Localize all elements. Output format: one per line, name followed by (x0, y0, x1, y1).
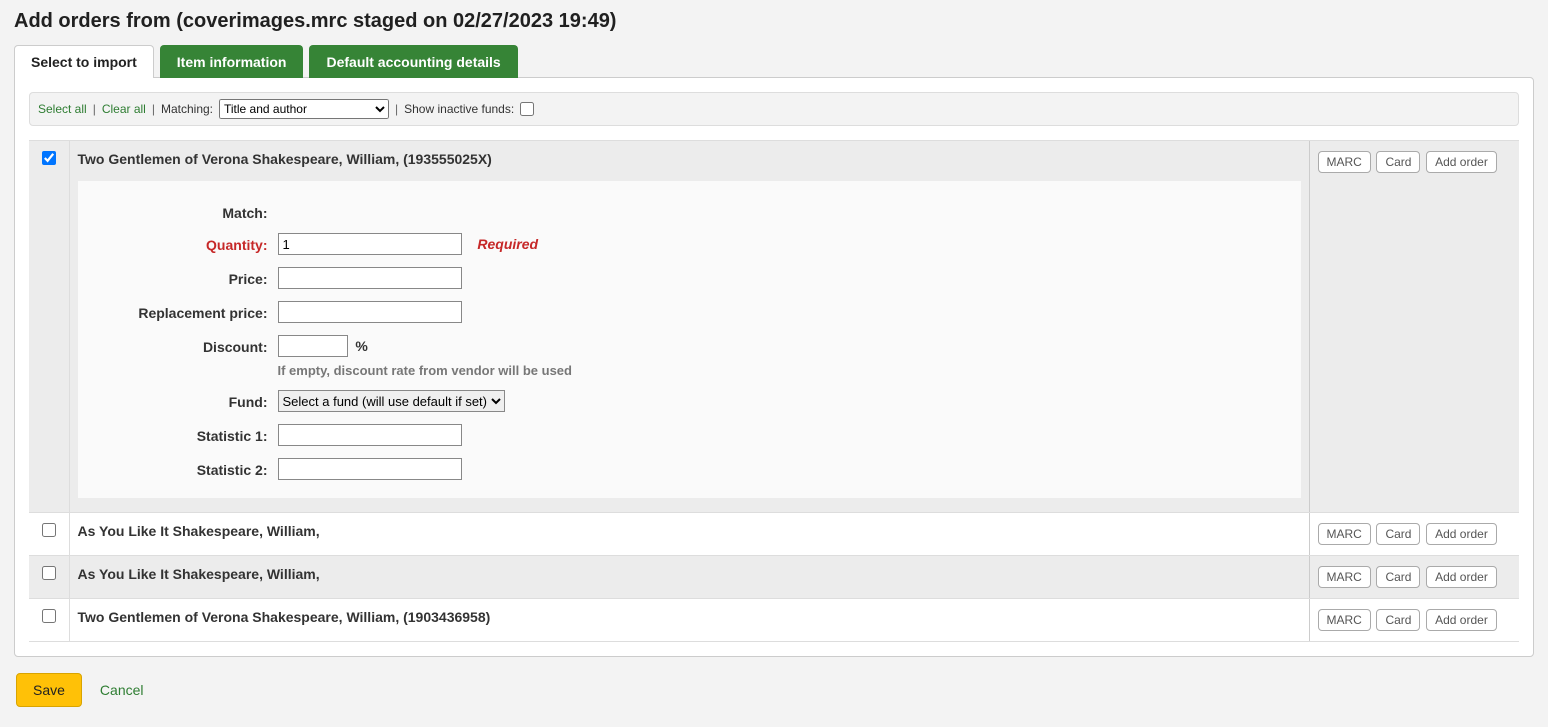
statistic2-input[interactable] (278, 458, 462, 480)
fund-label: Fund: (78, 390, 278, 410)
card-button[interactable]: Card (1376, 151, 1420, 173)
price-label: Price: (78, 267, 278, 287)
marc-button[interactable]: MARC (1318, 609, 1371, 631)
record-title: Two Gentlemen of Verona Shakespeare, Wil… (78, 609, 491, 625)
clear-all-link[interactable]: Clear all (102, 102, 146, 116)
statistic1-input[interactable] (278, 424, 462, 446)
tab-item-information[interactable]: Item information (160, 45, 304, 78)
matching-label: Matching: (161, 102, 213, 116)
card-button[interactable]: Card (1376, 609, 1420, 631)
discount-input[interactable] (278, 335, 348, 357)
discount-label: Discount: (78, 335, 278, 355)
table-row: As You Like It Shakespeare, William, MAR… (29, 556, 1519, 599)
matching-select[interactable]: Title and author (219, 99, 389, 119)
tab-bar: Select to import Item information Defaul… (14, 45, 1534, 78)
card-button[interactable]: Card (1376, 566, 1420, 588)
required-text: Required (477, 236, 538, 252)
replacement-price-input[interactable] (278, 301, 462, 323)
table-row: Two Gentlemen of Verona Shakespeare, Wil… (29, 599, 1519, 642)
fund-select[interactable]: Select a fund (will use default if set) (278, 390, 505, 412)
separator: | (93, 102, 96, 116)
statistic2-label: Statistic 2: (78, 458, 278, 478)
separator: | (152, 102, 155, 116)
card-button[interactable]: Card (1376, 523, 1420, 545)
footer-actions: Save Cancel (16, 673, 1534, 707)
discount-hint: If empty, discount rate from vendor will… (278, 363, 572, 378)
add-order-button[interactable]: Add order (1426, 523, 1497, 545)
separator: | (395, 102, 398, 116)
select-all-link[interactable]: Select all (38, 102, 87, 116)
show-inactive-label: Show inactive funds: (404, 102, 514, 116)
page-title: Add orders from (coverimages.mrc staged … (14, 10, 1534, 33)
table-row: As You Like It Shakespeare, William, MAR… (29, 513, 1519, 556)
replacement-price-label: Replacement price: (78, 301, 278, 321)
marc-button[interactable]: MARC (1318, 566, 1371, 588)
show-inactive-checkbox[interactable] (520, 102, 534, 116)
discount-unit: % (355, 338, 367, 354)
record-detail-form: Match: Quantity: Required Price: (78, 181, 1301, 498)
tab-default-accounting[interactable]: Default accounting details (309, 45, 517, 78)
add-order-button[interactable]: Add order (1426, 566, 1497, 588)
toolbar: Select all | Clear all | Matching: Title… (29, 92, 1519, 126)
save-button[interactable]: Save (16, 673, 82, 707)
cancel-link[interactable]: Cancel (100, 682, 144, 698)
row-checkbox[interactable] (42, 566, 56, 580)
add-order-button[interactable]: Add order (1426, 151, 1497, 173)
row-checkbox[interactable] (42, 609, 56, 623)
quantity-input[interactable] (278, 233, 462, 255)
statistic1-label: Statistic 1: (78, 424, 278, 444)
quantity-label: Quantity: (78, 233, 278, 253)
marc-button[interactable]: MARC (1318, 151, 1371, 173)
tab-select-to-import[interactable]: Select to import (14, 45, 154, 78)
row-checkbox[interactable] (42, 151, 56, 165)
marc-button[interactable]: MARC (1318, 523, 1371, 545)
row-checkbox[interactable] (42, 523, 56, 537)
record-title: As You Like It Shakespeare, William, (78, 523, 320, 539)
record-title: Two Gentlemen of Verona Shakespeare, Wil… (78, 151, 1301, 167)
table-row: Two Gentlemen of Verona Shakespeare, Wil… (29, 141, 1519, 513)
match-label: Match: (78, 201, 278, 221)
main-panel: Select all | Clear all | Matching: Title… (14, 77, 1534, 657)
record-title: As You Like It Shakespeare, William, (78, 566, 320, 582)
price-input[interactable] (278, 267, 462, 289)
records-table: Two Gentlemen of Verona Shakespeare, Wil… (29, 140, 1519, 642)
add-order-button[interactable]: Add order (1426, 609, 1497, 631)
